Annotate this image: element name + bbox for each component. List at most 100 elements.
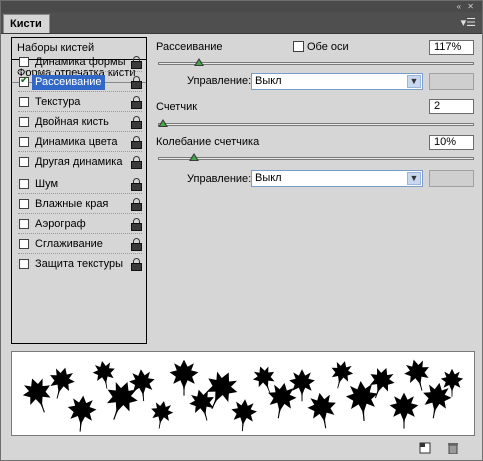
row-divider <box>18 151 142 152</box>
both-axes-label: Обе оси <box>307 41 349 53</box>
leaf-mark <box>90 358 119 391</box>
lock-icon[interactable] <box>131 258 142 271</box>
row-divider <box>18 71 142 72</box>
option-label[interactable]: Текстура <box>32 95 83 110</box>
option-checkbox[interactable] <box>19 157 29 167</box>
option-checkbox[interactable] <box>19 199 29 209</box>
count-jitter-slider-track[interactable] <box>158 157 474 160</box>
panel-titlebar: « ✕ <box>1 1 482 12</box>
list-item[interactable]: Защита текстуры <box>13 255 147 274</box>
list-item[interactable]: Сглаживание <box>13 235 147 254</box>
leaf-mark <box>418 379 455 422</box>
leaf-stroke-preview <box>18 355 464 434</box>
chevron-down-icon[interactable]: ▼ <box>407 75 421 88</box>
count-jitter-value-field[interactable]: 10% <box>429 135 474 150</box>
list-item[interactable]: Динамика формы <box>13 53 147 72</box>
list-item[interactable]: Влажные края <box>13 195 147 214</box>
list-item[interactable]: Другая динамика <box>13 153 147 172</box>
lock-icon[interactable] <box>131 238 142 251</box>
scatter-label: Рассеивание <box>156 41 223 53</box>
both-axes-checkbox[interactable] <box>293 41 304 52</box>
leaf-mark <box>185 385 220 425</box>
trash-icon[interactable] <box>447 442 459 455</box>
option-checkbox[interactable] <box>19 137 29 147</box>
leaf-mark <box>44 363 79 403</box>
tab-brushes[interactable]: Кисти <box>3 14 50 33</box>
panel-window-buttons[interactable]: « ✕ <box>457 1 476 12</box>
row-divider <box>18 111 142 112</box>
option-label[interactable]: Другая динамика <box>32 155 125 170</box>
option-label[interactable]: Влажные края <box>32 197 111 212</box>
row-divider <box>18 193 142 194</box>
lock-icon[interactable] <box>131 56 142 69</box>
option-label[interactable]: Защита текстуры <box>32 257 126 272</box>
option-checkbox[interactable] <box>19 57 29 67</box>
panel-menu-icon[interactable]: ▾☰ <box>461 16 476 29</box>
scatter-value-field[interactable]: 117% <box>429 40 474 55</box>
count-jitter-control-extra-field <box>429 170 474 187</box>
option-label[interactable]: Динамика формы <box>32 55 128 70</box>
list-item[interactable]: Двойная кисть <box>13 113 147 132</box>
leaf-mark <box>18 373 59 418</box>
leaf-mark <box>65 393 99 434</box>
leaf-mark <box>229 397 259 433</box>
brushes-panel: « ✕ Кисти ▾☰ Наборы кистей Форма отпечат… <box>0 0 483 461</box>
list-item[interactable]: Текстура <box>13 93 147 112</box>
brush-options-list: Наборы кистей Форма отпечатка кисти Дина… <box>11 37 147 344</box>
count-slider-thumb[interactable] <box>158 119 168 127</box>
lock-icon[interactable] <box>131 198 142 211</box>
tab-bar: Кисти ▾☰ <box>1 12 482 34</box>
option-label[interactable]: Шум <box>32 177 61 192</box>
count-jitter-label: Колебание счетчика <box>156 136 260 148</box>
scatter-control-value: Выкл <box>255 75 282 87</box>
count-label: Счетчик <box>156 101 198 113</box>
lock-icon[interactable] <box>131 156 142 169</box>
new-preset-icon[interactable] <box>419 442 431 454</box>
brush-stroke-preview <box>11 351 475 436</box>
scatter-control-label: Управление: <box>187 75 252 87</box>
list-item[interactable]: Аэрограф <box>13 215 147 234</box>
lock-icon[interactable] <box>131 96 142 109</box>
lock-icon[interactable] <box>131 218 142 231</box>
option-checkbox[interactable] <box>19 239 29 249</box>
count-jitter-control-select[interactable]: Выкл ▼ <box>251 170 423 187</box>
option-checkbox[interactable] <box>19 179 29 189</box>
leaf-mark <box>389 392 419 430</box>
option-checkbox[interactable] <box>19 219 29 229</box>
count-value-field[interactable]: 2 <box>429 99 474 114</box>
option-checkbox[interactable] <box>19 97 29 107</box>
option-label[interactable]: Рассеивание <box>32 75 105 90</box>
leaf-mark <box>400 355 435 395</box>
option-checkbox[interactable] <box>19 117 29 127</box>
scatter-slider-thumb[interactable] <box>193 58 204 66</box>
scatter-control-extra-field <box>429 73 474 90</box>
leaf-mark <box>169 359 199 397</box>
list-item[interactable]: Рассеивание <box>13 73 147 92</box>
lock-icon[interactable] <box>131 178 142 191</box>
option-label[interactable]: Динамика цвета <box>32 135 121 150</box>
scatter-control-select[interactable]: Выкл ▼ <box>251 73 423 90</box>
leaf-mark <box>147 398 176 431</box>
lock-icon[interactable] <box>131 136 142 149</box>
row-divider <box>18 131 142 132</box>
row-divider <box>18 253 142 254</box>
count-jitter-slider-thumb[interactable] <box>188 153 199 161</box>
option-checkbox[interactable] <box>19 75 29 87</box>
option-label[interactable]: Аэрограф <box>32 217 89 232</box>
list-item[interactable]: Динамика цвета <box>13 133 147 152</box>
chevron-down-icon[interactable]: ▼ <box>407 172 421 185</box>
scatter-slider-track[interactable] <box>158 62 474 65</box>
leaf-mark <box>304 389 341 432</box>
row-divider <box>18 233 142 234</box>
count-jitter-control-value: Выкл <box>255 172 282 184</box>
lock-icon[interactable] <box>131 116 142 129</box>
list-item[interactable]: Шум <box>13 175 147 194</box>
count-slider-track[interactable] <box>158 123 474 126</box>
row-divider <box>18 213 142 214</box>
row-divider <box>18 91 142 92</box>
option-label[interactable]: Сглаживание <box>32 237 106 252</box>
lock-icon[interactable] <box>131 76 142 89</box>
leaf-mark <box>263 379 300 422</box>
option-label[interactable]: Двойная кисть <box>32 115 112 130</box>
option-checkbox[interactable] <box>19 259 29 269</box>
